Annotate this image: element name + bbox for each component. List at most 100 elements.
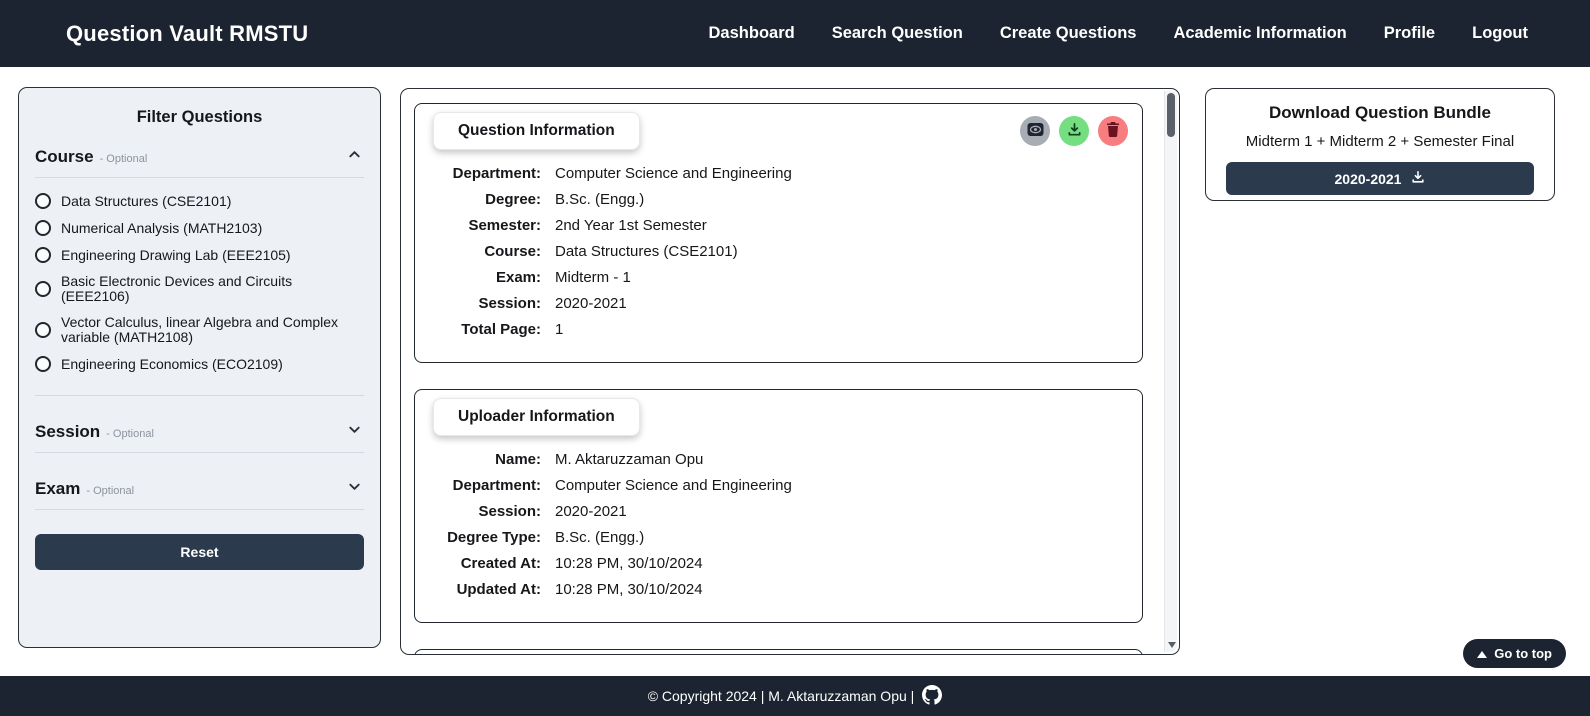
field-value: Midterm - 1 (555, 268, 631, 288)
field-row: Session: 2020-2021 (429, 294, 1128, 314)
uploader-card-header: Uploader Information (429, 394, 1128, 436)
preview-icon (1027, 122, 1044, 140)
results-scrollbar[interactable] (1164, 91, 1177, 652)
nav-link-create-questions[interactable]: Create Questions (1000, 24, 1137, 43)
field-label: Session: (429, 502, 541, 522)
page-footer: © Copyright 2024 | M. Aktaruzzaman Opu | (0, 676, 1590, 716)
download-bundle-card: Download Question Bundle Midterm 1 + Mid… (1205, 88, 1555, 201)
filter-section-exam[interactable]: Exam- Optional (35, 469, 364, 510)
course-option[interactable]: Engineering Drawing Lab (EEE2105) (35, 247, 364, 263)
course-option-label: Vector Calculus, linear Algebra and Comp… (61, 315, 364, 345)
field-row: Semester: 2nd Year 1st Semester (429, 216, 1128, 236)
field-row: Department:Computer Science and Engineer… (429, 164, 1128, 184)
question-card-actions (1020, 116, 1128, 146)
uploader-card-title: Uploader Information (433, 398, 640, 436)
question-card-title: Question Information (433, 112, 640, 150)
field-value: 1 (555, 320, 563, 340)
go-to-top-button[interactable]: Go to top (1463, 639, 1566, 668)
field-row: Created At: 10:28 PM, 30/10/2024 (429, 554, 1128, 574)
course-option-label: Numerical Analysis (MATH2103) (61, 221, 262, 236)
download-icon (1067, 122, 1082, 140)
course-option[interactable]: Vector Calculus, linear Algebra and Comp… (35, 315, 364, 345)
preview-question-button[interactable] (1020, 116, 1050, 146)
delete-question-button[interactable] (1098, 116, 1128, 146)
field-label: Semester: (429, 216, 541, 236)
field-row: Name: M. Aktaruzzaman Opu (429, 450, 1128, 470)
bundle-subtitle: Midterm 1 + Midterm 2 + Semester Final (1226, 133, 1534, 150)
copyright-text: © Copyright 2024 | M. Aktaruzzaman Opu | (648, 688, 915, 704)
nav-link-profile[interactable]: Profile (1384, 24, 1435, 43)
course-option[interactable]: Numerical Analysis (MATH2103) (35, 220, 364, 236)
download-question-button[interactable] (1059, 116, 1089, 146)
field-value: 2nd Year 1st Semester (555, 216, 707, 236)
go-to-top-label: Go to top (1494, 646, 1552, 661)
exam-optional-hint: - Optional (86, 485, 134, 497)
course-option[interactable]: Engineering Economics (ECO2109) (35, 356, 364, 372)
course-option-checkbox[interactable] (35, 322, 51, 338)
field-row: Exam: Midterm - 1 (429, 268, 1128, 288)
field-value: Data Structures (CSE2101) (555, 242, 738, 262)
course-option[interactable]: Data Structures (CSE2101) (35, 193, 364, 209)
scrollbar-down-arrow[interactable] (1165, 642, 1178, 648)
nav-link-academic-information[interactable]: Academic Information (1173, 24, 1346, 43)
field-value: 10:28 PM, 30/10/2024 (555, 580, 703, 600)
filter-section-session[interactable]: Session- Optional (35, 412, 364, 453)
field-label: Exam: (429, 268, 541, 288)
field-label: Degree Type: (429, 528, 541, 548)
download-icon (1411, 170, 1425, 187)
question-results-panel: Question Information (400, 88, 1180, 655)
app-brand[interactable]: Question Vault RMSTU (66, 21, 308, 47)
top-navbar: Question Vault RMSTU Dashboard Search Qu… (0, 0, 1590, 67)
uploader-information-card: Uploader Information Name: M. Aktaruzzama… (414, 389, 1143, 623)
field-row: Department:Computer Science and Engineer… (429, 476, 1128, 496)
chevron-up-icon (347, 147, 362, 167)
course-section-label: Course (35, 147, 94, 166)
chevron-down-icon (347, 422, 362, 442)
field-value: Computer Science and Engineering (555, 476, 792, 496)
download-bundle-button[interactable]: 2020-2021 (1226, 162, 1534, 195)
course-option[interactable]: Basic Electronic Devices and Circuits (E… (35, 274, 364, 304)
field-value: B.Sc. (Engg.) (555, 190, 644, 210)
nav-links: Dashboard Search Question Create Questio… (709, 24, 1528, 43)
field-value: M. Aktaruzzaman Opu (555, 450, 703, 470)
field-label: Total Page: (429, 320, 541, 340)
course-option-label: Basic Electronic Devices and Circuits (E… (61, 274, 364, 304)
nav-link-logout[interactable]: Logout (1472, 24, 1528, 43)
nav-link-search-question[interactable]: Search Question (832, 24, 963, 43)
course-option-checkbox[interactable] (35, 356, 51, 372)
next-question-card-partial (414, 649, 1143, 655)
course-section-label-wrap: Course- Optional (35, 147, 147, 167)
caret-up-icon (1477, 646, 1487, 661)
field-label: Course: (429, 242, 541, 262)
course-options-list: Data Structures (CSE2101) Numerical Anal… (35, 178, 364, 396)
course-option-checkbox[interactable] (35, 247, 51, 263)
course-option-label: Data Structures (CSE2101) (61, 194, 231, 209)
field-row: Session: 2020-2021 (429, 502, 1128, 522)
field-value: 2020-2021 (555, 502, 627, 522)
reset-filters-button[interactable]: Reset (35, 534, 364, 570)
filter-section-course[interactable]: Course- Optional (35, 137, 364, 178)
nav-link-dashboard[interactable]: Dashboard (709, 24, 795, 43)
course-option-checkbox[interactable] (35, 220, 51, 236)
github-icon[interactable] (922, 685, 942, 708)
exam-section-label-wrap: Exam- Optional (35, 479, 134, 499)
session-section-label-wrap: Session- Optional (35, 422, 154, 442)
question-information-card: Question Information (414, 103, 1143, 363)
field-row: Total Page: 1 (429, 320, 1128, 340)
course-option-label: Engineering Drawing Lab (EEE2105) (61, 248, 291, 263)
field-label: Name: (429, 450, 541, 470)
course-option-checkbox[interactable] (35, 193, 51, 209)
question-card-header: Question Information (429, 108, 1128, 150)
session-section-label: Session (35, 422, 100, 441)
field-row: Degree Type:B.Sc. (Engg.) (429, 528, 1128, 548)
field-row: Updated At:10:28 PM, 30/10/2024 (429, 580, 1128, 600)
field-row: Course: Data Structures (CSE2101) (429, 242, 1128, 262)
field-label: Created At: (429, 554, 541, 574)
field-value: 2020-2021 (555, 294, 627, 314)
scrollbar-thumb[interactable] (1167, 93, 1175, 137)
filter-questions-panel: Filter Questions Course- Optional Data S… (18, 87, 381, 648)
field-label: Session: (429, 294, 541, 314)
field-value: 10:28 PM, 30/10/2024 (555, 554, 703, 574)
bundle-title: Download Question Bundle (1226, 103, 1534, 123)
course-option-checkbox[interactable] (35, 281, 51, 297)
